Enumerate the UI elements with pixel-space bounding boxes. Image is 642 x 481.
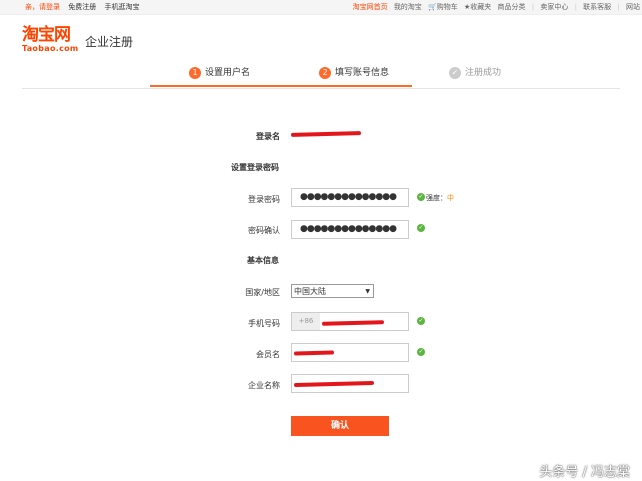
logo-cn: 淘宝网 <box>22 25 71 45</box>
my-taobao-link[interactable]: 我的淘宝 <box>394 3 422 11</box>
top-bar: 亲，请登录 免费注册 手机逛淘宝 淘宝网首页 我的淘宝 🛒购物车 ★收藏夹 商品… <box>0 0 642 15</box>
step-fill-account-info: 2 填写账号信息 <box>319 66 389 81</box>
divider: | <box>617 3 620 11</box>
password-section-title: 设置登录密码 <box>231 163 279 172</box>
country-select[interactable]: 中国大陆 ▼ <box>291 284 374 298</box>
step-number: 2 <box>319 67 331 79</box>
cart-label: 购物车 <box>436 3 458 11</box>
check-icon: ✓ <box>449 67 461 79</box>
country-value: 中国大陆 <box>294 287 326 296</box>
logo-en: Taobao.com <box>22 44 79 53</box>
mobile-taobao-link[interactable]: 手机逛淘宝 <box>104 3 139 11</box>
confirm-password-field[interactable]: ●●●●●●●●●●●●●● <box>291 220 409 239</box>
redaction-mark <box>290 131 362 137</box>
check-icon: ✓ <box>417 348 425 356</box>
register-link[interactable]: 免费注册 <box>68 3 96 11</box>
watermark: 头条号 / 冯志棠 <box>539 465 630 480</box>
step-number: 1 <box>189 67 201 79</box>
password-field[interactable]: ●●●●●●●●●●●●●● <box>291 188 409 207</box>
login-name-label: 登录名 <box>256 132 280 141</box>
confirm-password-value: ●●●●●●●●●●●●●● <box>300 224 397 234</box>
seller-center-link[interactable]: 卖家中心 <box>540 3 568 11</box>
strength-label: 强度： <box>426 194 447 202</box>
favorites-link[interactable]: ★收藏夹 <box>464 3 491 11</box>
phone-prefix: +86 <box>292 313 320 330</box>
top-bar-left: 亲，请登录 免费注册 手机逛淘宝 <box>25 0 145 14</box>
step-label: 设置用户名 <box>205 68 251 78</box>
step-set-username: 1 设置用户名 <box>189 66 250 81</box>
check-icon: ✓ <box>417 193 425 201</box>
password-strength: 强度：中 <box>426 193 454 203</box>
login-link[interactable]: 亲，请登录 <box>25 3 60 11</box>
company-name-label: 企业名称 <box>248 381 280 390</box>
divider: | <box>574 3 577 11</box>
home-link[interactable]: 淘宝网首页 <box>353 3 388 11</box>
contact-service-link[interactable]: 联系客服 <box>583 3 611 11</box>
member-name-label: 会员名 <box>256 350 280 359</box>
dropdown-arrow-icon: ▼ <box>365 288 370 295</box>
divider: | <box>531 3 535 11</box>
basic-info-section-title: 基本信息 <box>247 256 279 265</box>
check-icon: ✓ <box>417 317 425 325</box>
confirm-button[interactable]: 确认 <box>291 416 389 436</box>
active-step-indicator <box>150 85 412 87</box>
top-bar-right: 淘宝网首页 我的淘宝 🛒购物车 ★收藏夹 商品分类 | 卖家中心 | 联系客服 … <box>349 0 640 14</box>
password-value: ●●●●●●●●●●●●●● <box>300 192 397 202</box>
step-label: 填写账号信息 <box>335 68 390 78</box>
confirm-password-label: 密码确认 <box>248 226 280 235</box>
phone-label: 手机号码 <box>248 319 280 328</box>
favorites-label: 收藏夹 <box>470 3 492 11</box>
strength-value: 中 <box>447 194 454 202</box>
cart-icon: 🛒 <box>428 3 437 11</box>
step-label: 注册成功 <box>465 68 502 78</box>
categories-link[interactable]: 商品分类 <box>498 3 526 11</box>
taobao-logo[interactable]: 淘宝网 Taobao.com <box>22 25 79 54</box>
check-icon: ✓ <box>417 224 425 232</box>
cart-link[interactable]: 🛒购物车 <box>428 3 458 11</box>
page-title: 企业注册 <box>85 35 134 49</box>
site-nav-link[interactable]: 网站 <box>626 3 640 11</box>
step-registration-success: ✓ 注册成功 <box>449 66 501 81</box>
password-label: 登录密码 <box>248 195 280 204</box>
country-label: 国家/地区 <box>245 288 280 297</box>
